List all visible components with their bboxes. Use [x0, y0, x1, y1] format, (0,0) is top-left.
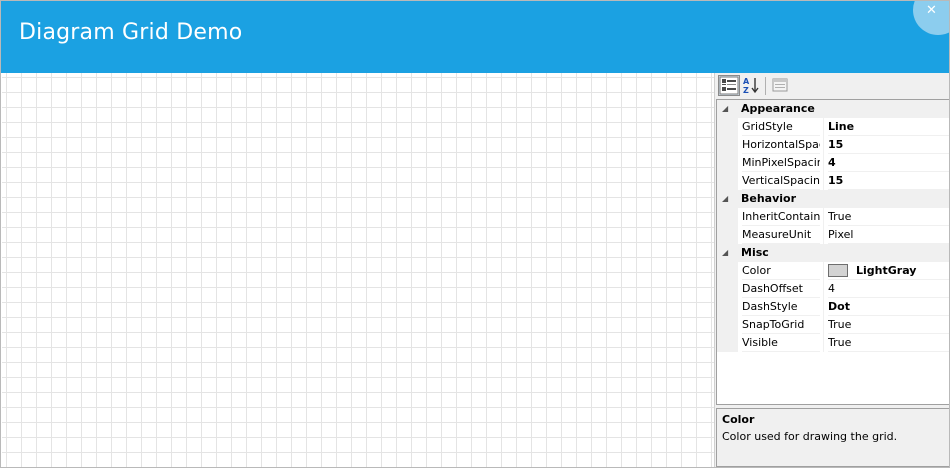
property-name: InheritContainerStyle [742, 208, 820, 226]
property-row-measureunit[interactable]: MeasureUnit Pixel [717, 226, 949, 244]
category-name: Misc [741, 246, 769, 259]
alphabetical-sort-icon: A Z [743, 77, 759, 95]
property-value[interactable]: Dot [828, 298, 949, 316]
color-swatch [828, 263, 848, 277]
description-title: Color [722, 413, 755, 426]
column-divider[interactable] [823, 118, 824, 136]
category-name: Behavior [741, 192, 797, 205]
expand-collapse-icon[interactable]: ◢ [722, 244, 728, 262]
property-row-minpixelspacing[interactable]: MinPixelSpacing 4 [717, 154, 949, 172]
categorized-view-icon [719, 76, 739, 95]
property-row-snaptogrid[interactable]: SnapToGrid True [717, 316, 949, 334]
property-value: LightGray [856, 264, 917, 277]
property-row-color[interactable]: Color LightGray [717, 262, 949, 280]
column-divider[interactable] [823, 154, 824, 172]
row-gutter [717, 136, 738, 154]
column-divider[interactable] [823, 208, 824, 226]
column-divider[interactable] [823, 136, 824, 154]
property-row-horizontalspacing[interactable]: HorizontalSpacing 15 [717, 136, 949, 154]
property-value[interactable]: True [828, 316, 949, 334]
property-value[interactable]: 4 [828, 280, 949, 298]
close-icon: ✕ [926, 3, 937, 18]
property-name: VerticalSpacing [742, 172, 820, 190]
column-divider[interactable] [823, 280, 824, 298]
close-button[interactable]: ✕ [913, 1, 949, 35]
app-window: Diagram Grid Demo ✕ A Z ◢ Appearance Gri… [0, 0, 950, 468]
categorized-view-button[interactable] [718, 75, 740, 96]
diagram-canvas[interactable] [2, 73, 714, 467]
title-bar: Diagram Grid Demo ✕ [1, 1, 949, 73]
property-value[interactable]: Pixel [828, 226, 949, 244]
column-divider[interactable] [823, 172, 824, 190]
category-misc[interactable]: ◢ Misc [717, 244, 949, 262]
property-value-container[interactable]: LightGray [828, 262, 949, 280]
property-name: GridStyle [742, 118, 820, 136]
column-divider[interactable] [823, 262, 824, 280]
window-title: Diagram Grid Demo [19, 20, 243, 45]
property-name: MeasureUnit [742, 226, 820, 244]
column-divider[interactable] [823, 334, 824, 352]
row-gutter [717, 208, 738, 226]
category-name: Appearance [741, 102, 815, 115]
category-appearance[interactable]: ◢ Appearance [717, 100, 949, 118]
property-row-inheritcontainerstyle[interactable]: InheritContainerStyle True [717, 208, 949, 226]
property-row-visible[interactable]: Visible True [717, 334, 949, 352]
expand-collapse-icon[interactable]: ◢ [722, 190, 728, 208]
property-value[interactable]: 15 [828, 172, 949, 190]
property-list: ◢ Appearance GridStyle Line HorizontalSp… [716, 99, 949, 405]
row-gutter [717, 280, 738, 298]
row-gutter [717, 226, 738, 244]
property-name: Visible [742, 334, 820, 352]
row-gutter [717, 262, 738, 280]
property-value[interactable]: 15 [828, 136, 949, 154]
column-divider[interactable] [823, 226, 824, 244]
column-divider[interactable] [823, 316, 824, 334]
property-row-dashstyle[interactable]: DashStyle Dot [717, 298, 949, 316]
property-row-verticalspacing[interactable]: VerticalSpacing 15 [717, 172, 949, 190]
description-panel: Color Color used for drawing the grid. [716, 408, 949, 467]
property-pages-button[interactable] [769, 75, 791, 96]
row-gutter [717, 172, 738, 190]
row-gutter [717, 118, 738, 136]
property-row-gridstyle[interactable]: GridStyle Line [717, 118, 949, 136]
property-grid-toolbar: A Z [715, 73, 949, 99]
property-name: Color [742, 262, 820, 280]
property-value[interactable]: True [828, 208, 949, 226]
svg-text:Z: Z [743, 86, 749, 95]
alphabetical-sort-button[interactable]: A Z [741, 75, 763, 96]
property-pages-icon [772, 78, 788, 92]
row-gutter [717, 334, 738, 352]
property-name: DashOffset [742, 280, 820, 298]
property-value[interactable]: True [828, 334, 949, 352]
svg-text:A: A [743, 77, 750, 86]
column-divider[interactable] [823, 298, 824, 316]
property-grid: A Z ◢ Appearance GridStyle Line Horizont… [714, 73, 949, 467]
property-name: DashStyle [742, 298, 820, 316]
property-value[interactable]: 4 [828, 154, 949, 172]
property-name: HorizontalSpacing [742, 136, 820, 154]
description-text: Color used for drawing the grid. [722, 430, 898, 443]
row-gutter [717, 316, 738, 334]
property-name: MinPixelSpacing [742, 154, 820, 172]
property-row-dashoffset[interactable]: DashOffset 4 [717, 280, 949, 298]
row-gutter [717, 298, 738, 316]
row-gutter [717, 154, 738, 172]
property-name: SnapToGrid [742, 316, 820, 334]
category-behavior[interactable]: ◢ Behavior [717, 190, 949, 208]
expand-collapse-icon[interactable]: ◢ [722, 100, 728, 118]
property-value[interactable]: Line [828, 118, 949, 136]
toolbar-separator [765, 77, 766, 95]
